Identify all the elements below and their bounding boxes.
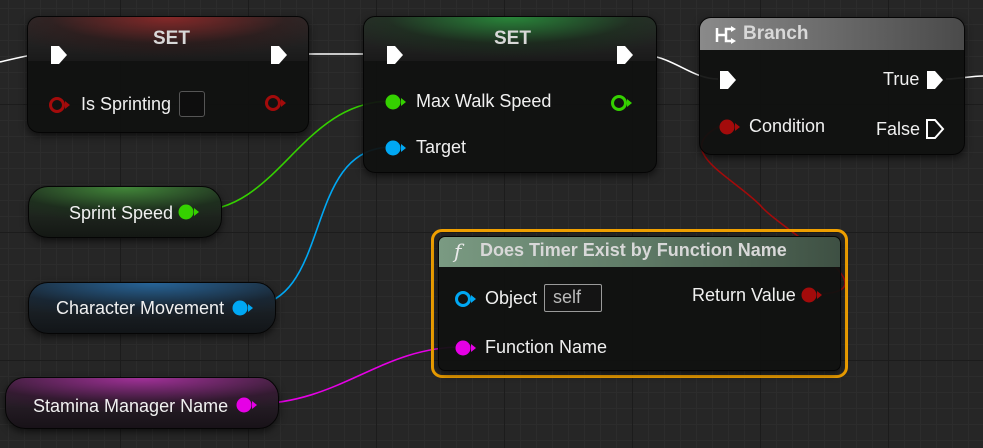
exec-out-pin[interactable] — [615, 44, 635, 66]
object-input-pin[interactable] — [454, 290, 478, 308]
variable-label: Stamina Manager Name — [33, 396, 229, 416]
target-input-pin[interactable] — [384, 139, 408, 157]
node-title: SET — [494, 28, 531, 49]
set-node-is-sprinting[interactable]: SET Is Sprinting — [27, 16, 309, 133]
exec-in-pin[interactable] — [49, 44, 69, 66]
branch-icon — [715, 26, 736, 44]
exec-in-pin[interactable] — [718, 69, 738, 91]
node-title: SET — [153, 28, 190, 49]
function-name-label: Function Name — [485, 337, 608, 357]
float-input-pin[interactable] — [384, 93, 408, 111]
variable-label: Sprint Speed — [69, 203, 174, 223]
return-value-label: Return Value — [692, 285, 796, 305]
node-title: Branch — [743, 23, 809, 44]
variable-label: Character Movement — [56, 298, 225, 318]
object-value-field[interactable]: self — [544, 284, 602, 312]
set-node-max-walk-speed[interactable]: SET Max Walk Speed Target — [363, 16, 657, 173]
object-output-pin[interactable] — [231, 299, 255, 317]
false-label: False — [876, 119, 921, 139]
name-output-pin[interactable] — [235, 396, 259, 414]
bool-input-pin[interactable] — [48, 96, 72, 114]
float-output-pin[interactable] — [177, 203, 201, 221]
return-value-output-pin[interactable] — [800, 286, 824, 304]
exec-in-pin[interactable] — [385, 44, 405, 66]
character-movement-variable-node[interactable]: Character Movement — [28, 282, 276, 334]
is-sprinting-checkbox[interactable] — [179, 91, 205, 117]
function-name-input-pin[interactable] — [454, 339, 478, 357]
node-header — [700, 18, 964, 50]
target-label: Target — [416, 137, 467, 157]
variable-label: Is Sprinting — [81, 94, 172, 114]
node-title: Does Timer Exist by Function Name — [480, 240, 787, 260]
function-icon: f — [454, 239, 462, 263]
bool-output-pin[interactable] — [264, 94, 288, 112]
variable-label: Max Walk Speed — [416, 91, 552, 111]
true-exec-out-pin[interactable] — [925, 69, 945, 91]
does-timer-exist-node[interactable]: f Does Timer Exist by Function Name Obje… — [438, 236, 841, 371]
condition-label: Condition — [749, 116, 826, 136]
false-exec-out-pin[interactable] — [925, 118, 945, 140]
condition-input-pin[interactable] — [718, 118, 742, 136]
stamina-manager-name-variable-node[interactable]: Stamina Manager Name — [5, 377, 279, 429]
object-label: Object — [485, 288, 538, 308]
float-output-pin[interactable] — [610, 94, 634, 112]
sprint-speed-variable-node[interactable]: Sprint Speed — [28, 186, 222, 238]
true-label: True — [883, 69, 920, 89]
branch-node[interactable]: Branch True Condition False — [699, 17, 965, 155]
exec-out-pin[interactable] — [269, 44, 289, 66]
